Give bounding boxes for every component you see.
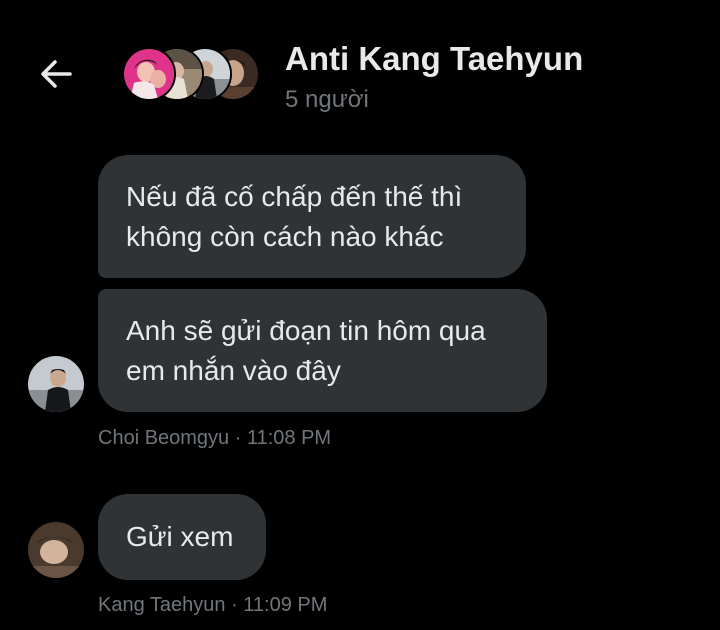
message-text-line: em nhắn vào đây [126,354,341,386]
sender-avatar-choi-beomgyu[interactable] [28,356,84,412]
message-bubble[interactable]: Nếu đã cố chấp đến thế thì không còn các… [98,155,526,278]
conversation-header: Anti Kang Taehyun 5 người [0,0,720,140]
group-avatar-stack[interactable] [122,47,262,101]
message-meta: Choi Beomgyu · 11:08 PM [98,427,332,449]
message-text-line: Gửi xem [126,521,234,552]
message-text-line: Nếu đã cố chấp đến thế thì [126,180,463,212]
back-button[interactable] [36,54,76,94]
arrow-left-icon [41,60,72,88]
conversation-title[interactable]: Anti Kang Taehyun [285,40,583,78]
member-count: 5 người [285,86,369,113]
message-meta: Kang Taehyun · 11:09 PM [98,594,328,616]
sender-avatar-kang-taehyun[interactable] [28,522,84,578]
message-text-line: không còn cách nào khác [126,220,444,252]
message-bubble[interactable]: Gửi xem [98,494,266,580]
group-member-avatar-1 [122,47,176,101]
message-text-line: Anh sẽ gửi đoạn tin hôm qua [126,314,486,346]
message-bubble[interactable]: Anh sẽ gửi đoạn tin hôm qua em nhắn vào … [98,289,547,412]
